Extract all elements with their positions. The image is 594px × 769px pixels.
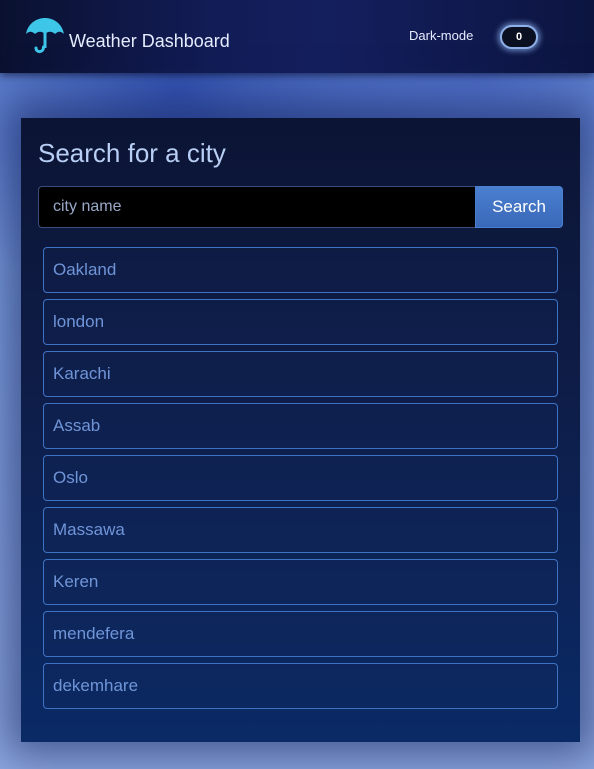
city-history-item[interactable]: Assab: [43, 403, 558, 449]
umbrella-icon: [24, 17, 66, 55]
city-search-input[interactable]: [38, 186, 475, 228]
city-history-item[interactable]: Oslo: [43, 455, 558, 501]
search-panel: Search for a city Search Oakland london …: [21, 118, 580, 742]
city-history-item[interactable]: Oakland: [43, 247, 558, 293]
city-history-item[interactable]: london: [43, 299, 558, 345]
dark-mode-label: Dark-mode: [409, 28, 474, 43]
brand-title: Weather Dashboard: [69, 30, 230, 51]
city-history-item[interactable]: dekemhare: [43, 663, 558, 709]
city-history-item[interactable]: Keren: [43, 559, 558, 605]
city-history-item[interactable]: Karachi: [43, 351, 558, 397]
search-button[interactable]: Search: [475, 186, 563, 228]
search-heading: Search for a city: [38, 138, 226, 168]
navbar: Weather Dashboard Dark-mode 0: [0, 0, 594, 73]
city-history-item[interactable]: Massawa: [43, 507, 558, 553]
city-history-item[interactable]: mendefera: [43, 611, 558, 657]
search-history-list: Oakland london Karachi Assab Oslo Massaw…: [43, 247, 558, 715]
dark-mode-toggle[interactable]: 0: [500, 25, 538, 49]
search-form: Search: [38, 186, 563, 228]
brand-link[interactable]: Weather Dashboard: [24, 16, 230, 56]
